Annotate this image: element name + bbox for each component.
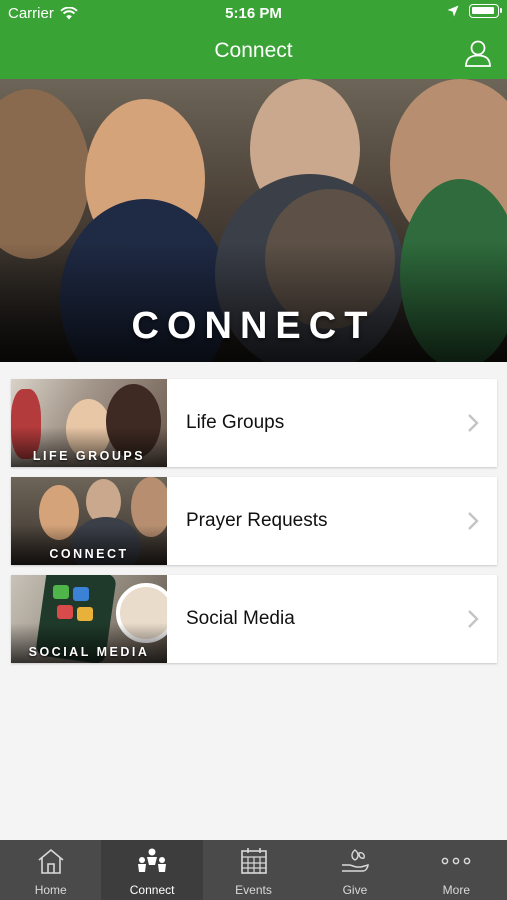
life-groups-thumbnail: LIFE GROUPS <box>11 379 167 467</box>
more-dots-icon <box>441 857 471 865</box>
list-item-prayer-requests[interactable]: CONNECT Prayer Requests <box>11 477 497 565</box>
clock: 5:16 PM <box>225 5 282 22</box>
hero-banner: CONNECT <box>0 79 507 362</box>
list-item-social-media[interactable]: SOCIAL MEDIA Social Media <box>11 575 497 663</box>
thumb-label: CONNECT <box>49 547 129 561</box>
thumb-app-icon <box>57 605 73 619</box>
list-item-title: Prayer Requests <box>186 510 328 531</box>
page-title: Connect <box>214 39 293 62</box>
thumb-label: SOCIAL MEDIA <box>28 645 150 659</box>
thumb-app-icon <box>77 607 93 621</box>
tab-label: Events <box>235 883 272 897</box>
list-item-title: Life Groups <box>186 412 285 433</box>
thumb-app-icon <box>73 587 89 601</box>
tab-more[interactable]: More <box>406 840 507 900</box>
chevron-right-icon <box>468 610 479 628</box>
tab-label: More <box>442 883 470 897</box>
house-icon <box>38 848 64 874</box>
people-icon <box>138 848 167 872</box>
tab-connect[interactable]: Connect <box>101 840 203 900</box>
tab-events[interactable]: Events <box>203 840 304 900</box>
hero-photo-person <box>0 89 90 259</box>
hero-caption: CONNECT <box>131 305 376 347</box>
battery-icon <box>469 4 502 18</box>
profile-icon[interactable] <box>463 38 493 68</box>
thumb-app-icon <box>53 585 69 599</box>
status-right <box>447 4 502 18</box>
location-arrow-icon <box>447 5 459 17</box>
chevron-right-icon <box>468 414 479 432</box>
tab-label: Home <box>34 883 67 897</box>
tab-label: Give <box>342 883 368 897</box>
calendar-icon <box>240 848 267 874</box>
thumb-label: LIFE GROUPS <box>32 449 146 463</box>
status-bar: Carrier 5:16 PM <box>0 0 507 28</box>
tab-bar: Home Connect Events Give More <box>0 840 507 900</box>
tab-label: Connect <box>129 883 175 897</box>
giving-hand-icon <box>341 849 369 872</box>
top-bar: Carrier 5:16 PM Connect <box>0 0 507 79</box>
tab-give[interactable]: Give <box>304 840 405 900</box>
list-item-life-groups[interactable]: LIFE GROUPS Life Groups <box>11 379 497 467</box>
social-media-thumbnail: SOCIAL MEDIA <box>11 575 167 663</box>
list-item-title: Social Media <box>186 608 295 629</box>
prayer-requests-thumbnail: CONNECT <box>11 477 167 565</box>
chevron-right-icon <box>468 512 479 530</box>
connect-list: LIFE GROUPS Life Groups CONNECT Prayer R… <box>11 379 497 673</box>
tab-home[interactable]: Home <box>0 840 101 900</box>
